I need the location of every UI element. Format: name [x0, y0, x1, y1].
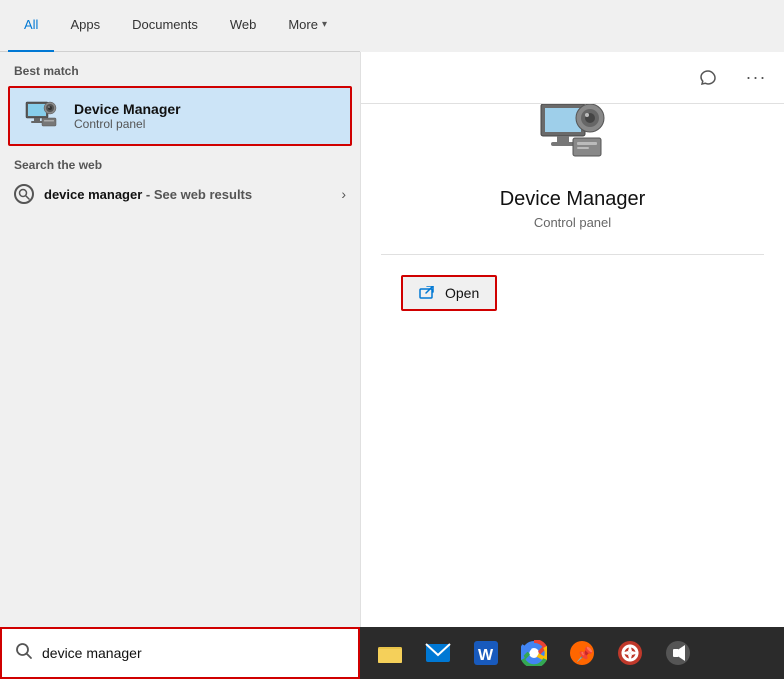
tab-documents[interactable]: Documents [116, 0, 214, 52]
open-icon [419, 286, 437, 300]
open-button[interactable]: Open [401, 275, 497, 311]
feedback-button[interactable] [692, 62, 724, 94]
taskbar: W 📌 [360, 627, 784, 679]
header-icons: ··· [361, 52, 784, 104]
results-area: Best match [0, 52, 360, 627]
web-search-item[interactable]: device manager - See web results › [0, 176, 360, 212]
taskbar-audio[interactable] [656, 631, 700, 675]
web-suffix: - See web results [146, 187, 252, 202]
tabs-bar: All Apps Documents Web More ▾ [0, 0, 360, 52]
app-large-title: Device Manager [500, 188, 646, 211]
tab-all-label: All [24, 17, 38, 32]
web-section-label: Search the web [0, 150, 360, 176]
web-search-text: device manager - See web results [44, 187, 252, 202]
best-match-title: Device Manager [74, 101, 338, 117]
arrow-right-icon: › [341, 186, 346, 202]
tab-documents-label: Documents [132, 17, 198, 32]
tab-more[interactable]: More ▾ [272, 0, 343, 52]
taskbar-torrent[interactable] [608, 631, 652, 675]
taskbar-pin[interactable]: 📌 [560, 631, 604, 675]
tab-more-label: More [288, 17, 318, 32]
open-label: Open [445, 285, 479, 301]
chevron-down-icon: ▾ [322, 19, 327, 30]
search-bar-icon [14, 642, 34, 665]
tab-web[interactable]: Web [214, 0, 273, 52]
taskbar-file-explorer[interactable] [368, 631, 412, 675]
taskbar-chrome[interactable] [512, 631, 556, 675]
taskbar-word[interactable]: W [464, 631, 508, 675]
best-match-subtitle: Control panel [74, 117, 338, 131]
tab-apps[interactable]: Apps [54, 0, 116, 52]
best-match-label: Best match [0, 60, 360, 82]
more-options-button[interactable]: ··· [740, 62, 772, 94]
tab-apps-label: Apps [70, 17, 100, 32]
search-bar [0, 627, 360, 679]
divider [381, 254, 764, 255]
best-match-text: Device Manager Control panel [74, 101, 338, 131]
svg-text:W: W [478, 647, 494, 664]
search-web-icon [14, 184, 34, 204]
best-match-item[interactable]: Device Manager Control panel [8, 86, 352, 146]
svg-text:📌: 📌 [576, 645, 594, 663]
web-query: device manager [44, 187, 142, 202]
app-large-icon [533, 92, 613, 172]
search-input[interactable] [42, 645, 346, 661]
tab-all[interactable]: All [8, 0, 54, 52]
tab-web-label: Web [230, 17, 257, 32]
search-panel: All Apps Documents Web More ▾ Best match [0, 0, 360, 679]
ellipsis-icon: ··· [746, 67, 767, 88]
app-large-subtitle: Control panel [534, 215, 611, 230]
taskbar-mail[interactable] [416, 631, 460, 675]
device-manager-svg [24, 98, 60, 134]
device-manager-icon [22, 96, 62, 136]
right-panel: ··· Device Manager Control panel [360, 52, 784, 679]
